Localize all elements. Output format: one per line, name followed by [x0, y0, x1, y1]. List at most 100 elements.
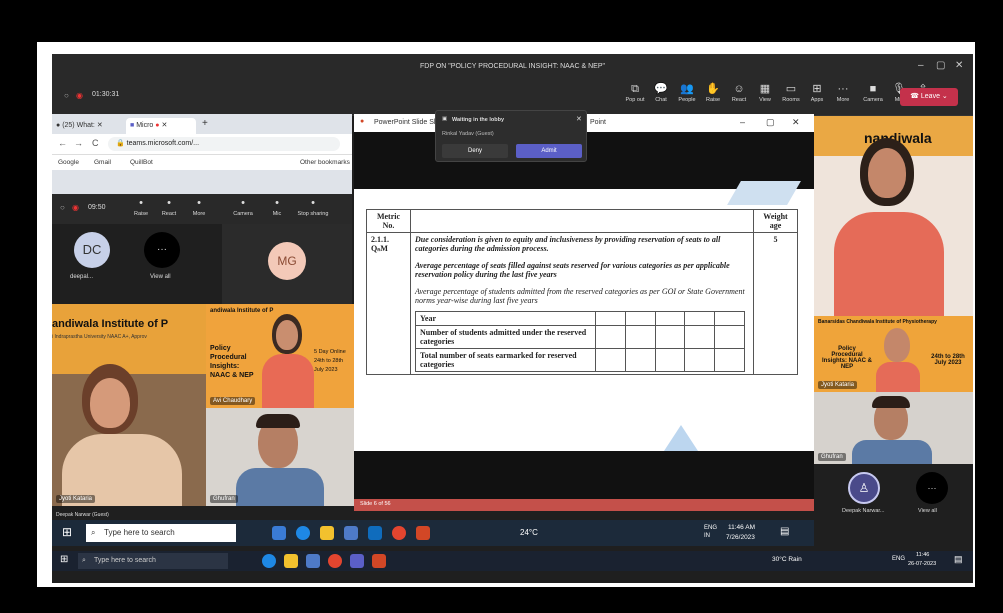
- right-participants: ♙ Deepak Narwar... ··· View all: [814, 464, 973, 520]
- mail-icon[interactable]: [368, 526, 382, 540]
- inner-taskbar: ⊞ ⌕ Type here to search Deepak Narwar (Gu…: [52, 512, 814, 546]
- ppt-close[interactable]: ✕: [792, 117, 800, 128]
- powerpoint-icon[interactable]: [416, 526, 430, 540]
- view-all-link[interactable]: View all: [150, 274, 171, 280]
- weather[interactable]: 30°C Rain: [772, 556, 802, 563]
- toolbar-pop-out-button[interactable]: ⧉ Pop out: [622, 82, 648, 103]
- tile-name: Ghufran: [210, 495, 238, 503]
- year-table: Year Number of students admitted under t…: [415, 311, 745, 372]
- toolbar-more-button[interactable]: ··· More: [830, 82, 856, 103]
- back-icon[interactable]: ←: [58, 138, 67, 148]
- shield-icon: ○: [64, 91, 69, 100]
- video-tile-ghufran[interactable]: Ghufran: [206, 408, 354, 506]
- video-tile-right-1[interactable]: nandiwala: [814, 116, 973, 316]
- reload-icon[interactable]: C: [92, 138, 99, 148]
- chrome-icon[interactable]: [392, 526, 406, 540]
- powerpoint-icon[interactable]: [372, 554, 386, 568]
- browser-tab[interactable]: ● (25) What: ✕: [56, 118, 124, 134]
- teams-icon: ■: [130, 122, 135, 129]
- toolbar-people-button[interactable]: 👥 People: [674, 82, 700, 103]
- language[interactable]: ENG IN: [704, 524, 717, 540]
- ppt-maximize[interactable]: ▢: [766, 117, 775, 128]
- record-icon: ◉: [76, 91, 83, 100]
- more-avatar[interactable]: ···: [144, 232, 180, 268]
- notification-icon[interactable]: ▤: [954, 554, 963, 565]
- toolbar-view-button[interactable]: ▦ View: [752, 82, 778, 103]
- maximize-button[interactable]: ▢: [936, 60, 945, 71]
- more-icon: ···: [837, 83, 849, 95]
- store-icon[interactable]: [306, 554, 320, 568]
- folder-icon[interactable]: [284, 554, 298, 568]
- notification-icon[interactable]: ▤: [780, 526, 789, 537]
- windows-icon[interactable]: ⊞: [60, 554, 68, 565]
- taskview-icon[interactable]: [272, 526, 286, 540]
- bookmark-other[interactable]: Other bookmarks: [300, 159, 350, 166]
- inner-camera-button[interactable]: • Camera: [230, 196, 256, 217]
- person-face: [276, 320, 298, 350]
- video-tile-jyoti[interactable]: andiwala Institute of P i Indraprastha U…: [52, 304, 206, 506]
- video-tile-right-3[interactable]: Ghufran: [814, 392, 973, 464]
- lobby-title: Waiting in the lobby: [452, 117, 505, 123]
- metric-sub2: Average percentage of students admitted …: [415, 287, 745, 305]
- minimize-button[interactable]: –: [918, 60, 924, 71]
- chrome-icon[interactable]: [328, 554, 342, 568]
- metric-table: Metric No. Weight age 2.1.1. QₙM Due cons…: [366, 209, 798, 375]
- clock-time: 11:46 AM: [728, 524, 755, 531]
- video-tile-right-2[interactable]: Banarsidas Chandiwala Institute of Physi…: [814, 316, 973, 392]
- video-tile-avi[interactable]: andiwala Institute of P Policy Procedural…: [206, 304, 354, 408]
- toolbar-react-button[interactable]: ☺ React: [726, 82, 752, 103]
- deny-button[interactable]: Deny: [442, 144, 508, 158]
- address-bar[interactable]: 🔒 teams.microsoft.com/...: [108, 137, 340, 151]
- search-input[interactable]: ⌕ Type here to search: [86, 524, 236, 542]
- lobby-close[interactable]: ✕: [576, 115, 582, 123]
- outer-taskbar: ⊞ ⌕ Type here to search 30°C Rain ENG 11:…: [52, 551, 973, 571]
- bookmark-gmail[interactable]: Gmail: [94, 159, 111, 166]
- inner-raise-button[interactable]: • Raise: [128, 196, 154, 217]
- avatar: MG: [268, 242, 306, 280]
- view-all-link[interactable]: View all: [918, 508, 937, 514]
- close-button[interactable]: ✕: [955, 60, 963, 71]
- toolbar-chat-button[interactable]: 💬 Chat: [648, 82, 674, 103]
- meeting-timer: 01:30:31: [92, 91, 120, 98]
- phone-icon: ☎: [910, 93, 921, 100]
- bookmark-quillbot[interactable]: QuillBot: [130, 159, 153, 166]
- inner-mic-button[interactable]: • Mic: [264, 196, 290, 217]
- bookmark-google[interactable]: Google: [58, 159, 79, 166]
- apps-icon: ⊞: [812, 83, 822, 95]
- chat-icon: 💬: [654, 83, 668, 95]
- new-tab-button[interactable]: +: [202, 118, 208, 129]
- toolbar-camera-button[interactable]: ■ Camera: [860, 82, 886, 103]
- folder-icon[interactable]: [320, 526, 334, 540]
- forward-icon[interactable]: →: [74, 138, 83, 148]
- inner-stop-sharing-button[interactable]: • Stop sharing: [294, 196, 332, 217]
- windows-icon[interactable]: ⊞: [62, 525, 72, 539]
- slide: Metric No. Weight age 2.1.1. QₙM Due cons…: [354, 181, 814, 451]
- weather[interactable]: 24°C: [520, 528, 538, 537]
- teams-icon[interactable]: [350, 554, 364, 568]
- inner-react-button[interactable]: • React: [156, 196, 182, 217]
- browser-tab-active[interactable]: ■ Micro ● ✕: [126, 118, 196, 134]
- search-input[interactable]: ⌕ Type here to search: [78, 553, 228, 569]
- user-icon[interactable]: ♙: [848, 472, 880, 504]
- edge-icon[interactable]: [262, 554, 276, 568]
- metric-text: Due consideration is given to equity and…: [415, 235, 721, 253]
- edge-icon[interactable]: [296, 526, 310, 540]
- person-face: [868, 148, 906, 198]
- shield-icon: ○: [60, 203, 65, 212]
- toolbar-rooms-button[interactable]: ▭ Rooms: [778, 82, 804, 103]
- smile-icon: ☺: [733, 83, 745, 95]
- avatar[interactable]: DC: [74, 232, 110, 268]
- metric-sub1: Average percentage of seats filled again…: [415, 261, 730, 279]
- more-avatar[interactable]: ···: [916, 472, 948, 504]
- toolbar-apps-button[interactable]: ⊞ Apps: [804, 82, 830, 103]
- button-icon: •: [311, 197, 315, 209]
- leave-button[interactable]: ☎ Leave ⌄: [900, 88, 958, 106]
- admit-button[interactable]: Admit: [516, 144, 582, 158]
- inner-more-button[interactable]: • More: [186, 196, 212, 217]
- toolbar-raise-button[interactable]: ✋ Raise: [700, 82, 726, 103]
- language[interactable]: ENG: [892, 556, 905, 562]
- rooms-icon: ▭: [785, 83, 797, 95]
- store-icon[interactable]: [344, 526, 358, 540]
- banner-policy: Policy Procedural Insights: NAAC & NEP: [210, 345, 254, 379]
- ppt-minimize[interactable]: –: [740, 117, 745, 127]
